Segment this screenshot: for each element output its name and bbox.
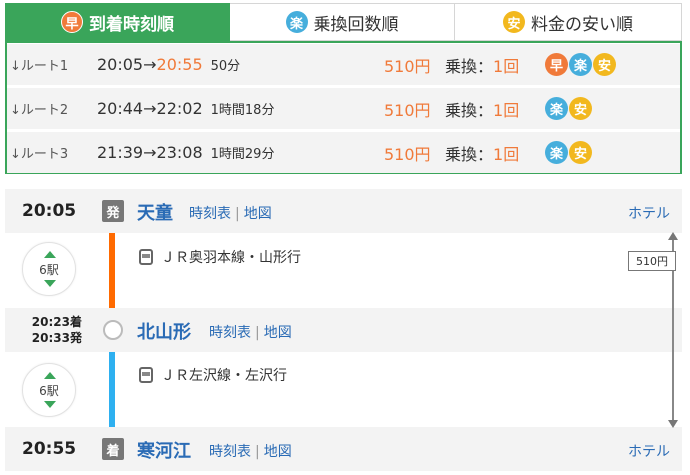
train-icon (139, 367, 153, 383)
route-time: 21:39→23:08 1時間29分 (97, 143, 275, 162)
route-label[interactable]: ↓ルート1 (10, 55, 68, 74)
tab-transfer-order[interactable]: 楽 乗換回数順 (230, 3, 455, 41)
stops-count: 6駅 (39, 262, 59, 277)
arrival-mark: 着 (102, 438, 124, 460)
route-row[interactable]: ↓ルート1 20:05→20:55 50分 510円 乗換：1回 早 楽 安 (7, 44, 680, 85)
route-row[interactable]: ↓ルート3 21:39→23:08 1時間29分 510円 乗換：1回 楽 安 (7, 132, 680, 173)
route-transfer: 乗換：1回 (445, 100, 520, 120)
train-info: ＪＲ奥羽本線・山形行 (139, 247, 301, 267)
station-links: 時刻表 | 地図 (209, 444, 292, 460)
transfer-dot (103, 320, 123, 340)
station-links: 時刻表 | 地図 (209, 325, 292, 341)
route-time: 20:44→22:02 1時間18分 (97, 99, 275, 118)
station-name[interactable]: 天童 (137, 199, 173, 225)
train-line-name: ＪＲ奥羽本線・山形行 (161, 250, 301, 266)
route-fare: 510円 (384, 56, 431, 76)
tab-label: 乗換回数順 (313, 14, 399, 35)
cheap-badge-icon: 安 (569, 141, 592, 164)
train-info: ＪＲ左沢線・左沢行 (139, 365, 287, 385)
map-link[interactable]: 地図 (264, 444, 292, 460)
stops-toggle[interactable]: 6駅 (22, 363, 76, 417)
fare-label: 510円 (628, 251, 676, 271)
fast-badge-icon: 早 (545, 53, 568, 76)
station-arrival: 20:55 着 寒河江 時刻表 | 地図 ホテル (5, 427, 682, 471)
timetable-link[interactable]: 時刻表 (209, 325, 251, 341)
arrow-up-icon (668, 232, 678, 240)
timetable-link[interactable]: 時刻表 (189, 206, 231, 222)
route-transfer: 乗換：1回 (445, 144, 520, 164)
station-time: 20:55 (22, 439, 77, 459)
map-link[interactable]: 地図 (244, 206, 272, 222)
map-link[interactable]: 地図 (264, 325, 292, 341)
hotel-link[interactable]: ホテル (628, 203, 670, 223)
station-name[interactable]: 寒河江 (137, 437, 191, 463)
station-name[interactable]: 北山形 (137, 318, 191, 344)
station-links: 時刻表 | 地図 (189, 206, 272, 222)
train-icon (139, 249, 153, 265)
route-transfer: 乗換：1回 (445, 56, 520, 76)
station-departure: 20:05 発 天童 時刻表 | 地図 ホテル (5, 189, 682, 233)
chevron-down-icon (44, 280, 56, 287)
route-time: 20:05→20:55 50分 (97, 55, 241, 74)
line-segment-1 (109, 222, 115, 322)
cheap-badge-icon: 安 (569, 97, 592, 120)
route-fare: 510円 (384, 100, 431, 120)
route-badges: 楽 安 (545, 97, 592, 120)
route-list: ↓ルート1 20:05→20:55 50分 510円 乗換：1回 早 楽 安 ↓ル… (5, 41, 682, 174)
cheap-badge-icon: 安 (503, 11, 525, 33)
station-transfer: 20:23着 20:33発 北山形 時刻表 | 地図 (5, 308, 682, 352)
station-time: 20:05 (22, 201, 77, 221)
chevron-down-icon (44, 401, 56, 408)
easy-badge-icon: 楽 (545, 141, 568, 164)
route-label[interactable]: ↓ルート2 (10, 99, 68, 118)
easy-badge-icon: 楽 (285, 11, 308, 33)
arrow-down-icon (668, 420, 678, 428)
hotel-link[interactable]: ホテル (628, 441, 670, 461)
tab-price-order[interactable]: 安 料金の安い順 (455, 3, 682, 41)
sort-tabs: 早 到着時刻順 楽 乗換回数順 安 料金の安い順 (5, 3, 682, 41)
departure-mark: 発 (102, 200, 124, 222)
tab-label: 到着時刻順 (89, 14, 174, 35)
easy-badge-icon: 楽 (545, 97, 568, 120)
line-segment-2 (109, 340, 115, 440)
fast-badge-icon: 早 (61, 11, 83, 33)
chevron-up-icon (44, 372, 56, 379)
route-row[interactable]: ↓ルート2 20:44→22:02 1時間18分 510円 乗換：1回 楽 安 (7, 88, 680, 129)
tab-arrival-order[interactable]: 早 到着時刻順 (5, 3, 230, 41)
timetable-link[interactable]: 時刻表 (209, 444, 251, 460)
easy-badge-icon: 楽 (569, 53, 592, 76)
route-fare: 510円 (384, 144, 431, 164)
chevron-up-icon (44, 251, 56, 258)
tab-label: 料金の安い順 (531, 14, 633, 35)
station-time: 20:23着 20:33発 (31, 315, 82, 345)
route-badges: 楽 安 (545, 141, 592, 164)
stops-count: 6駅 (39, 383, 59, 398)
route-label[interactable]: ↓ルート3 (10, 143, 68, 162)
train-line-name: ＪＲ左沢線・左沢行 (161, 368, 287, 384)
stops-toggle[interactable]: 6駅 (22, 242, 76, 296)
route-badges: 早 楽 安 (545, 53, 616, 76)
cheap-badge-icon: 安 (593, 53, 616, 76)
